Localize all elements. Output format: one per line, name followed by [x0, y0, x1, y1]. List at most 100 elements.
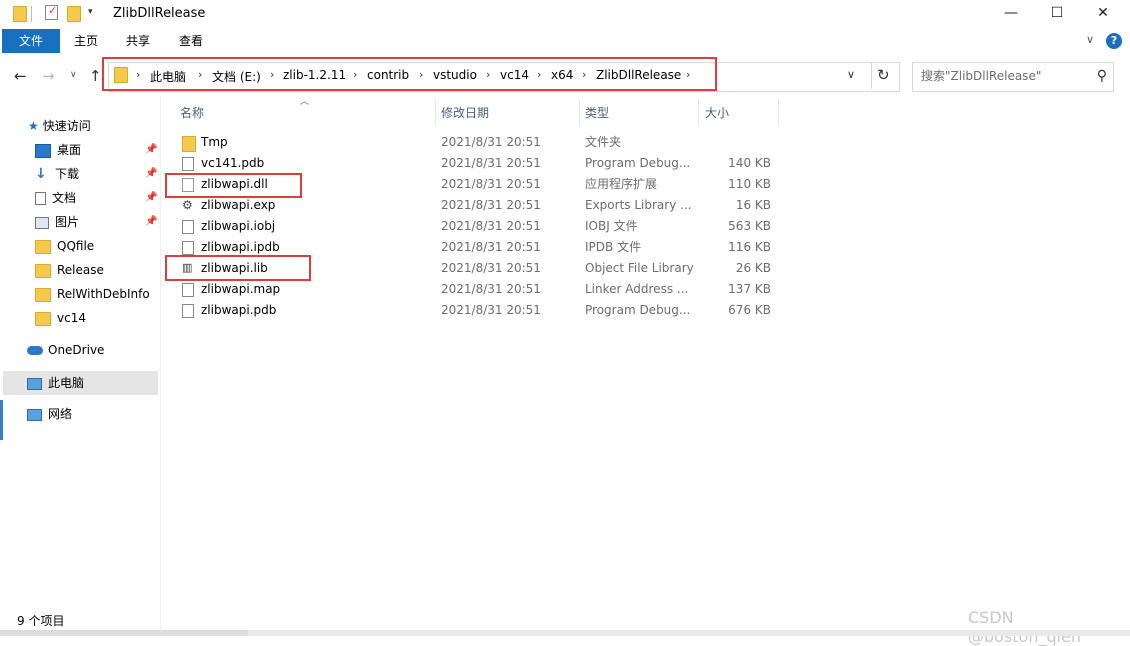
file-type: IOBJ 文件 — [585, 219, 638, 233]
column-header-date[interactable]: 修改日期 — [441, 104, 489, 121]
column-header-type[interactable]: 类型 — [585, 104, 609, 121]
file-size: 110 KB — [728, 177, 771, 191]
divider — [871, 63, 872, 89]
window-title: ZlibDllRelease — [113, 6, 206, 21]
search-icon[interactable]: ⚲ — [1097, 68, 1107, 84]
desktop-icon — [35, 143, 51, 158]
breadcrumb-separator[interactable]: › — [136, 68, 140, 81]
sidebar-item-relwithdebinfo[interactable]: RelWithDebInfo — [35, 282, 150, 306]
sidebar-item-release[interactable]: Release — [35, 258, 104, 282]
back-arrow-icon[interactable]: ← — [14, 67, 27, 85]
pictures-icon — [35, 216, 49, 229]
sidebar-item-vc14[interactable]: vc14 — [35, 306, 86, 330]
pdb-file-icon — [182, 304, 194, 318]
sidebar-item-quick-access[interactable]: ★ 快速访问 — [28, 114, 91, 138]
search-box[interactable]: ⚲ — [912, 62, 1114, 92]
file-name: zlibwapi.exp — [201, 198, 276, 212]
sidebar-item-onedrive[interactable]: OneDrive — [27, 338, 104, 362]
breadcrumb-vstudio[interactable]: vstudio — [433, 68, 477, 82]
file-date: 2021/8/31 20:51 — [441, 198, 541, 212]
file-type: Program Debug... — [585, 156, 691, 170]
pin-icon[interactable]: 📌 — [145, 168, 157, 179]
maximize-button[interactable]: ☐ — [1034, 0, 1080, 28]
column-divider[interactable] — [698, 100, 699, 126]
file-date: 2021/8/31 20:51 — [441, 261, 541, 275]
file-row[interactable]: zlibwapi.iobj 2021/8/31 20:51 IOBJ 文件 56… — [175, 216, 785, 237]
breadcrumb-x64[interactable]: x64 — [551, 68, 573, 82]
refresh-icon[interactable]: ↻ — [877, 66, 890, 84]
help-icon[interactable]: ? — [1106, 33, 1122, 49]
breadcrumb-separator[interactable]: › — [537, 68, 541, 81]
file-row[interactable]: vc141.pdb 2021/8/31 20:51 Program Debug.… — [175, 153, 785, 174]
properties-icon[interactable]: ✓ — [45, 4, 58, 20]
map-file-icon — [182, 283, 194, 297]
column-divider[interactable] — [778, 100, 779, 126]
file-row[interactable]: zlibwapi.pdb 2021/8/31 20:51 Program Deb… — [175, 300, 785, 321]
star-icon: ★ — [28, 119, 39, 133]
sidebar-item-downloads[interactable]: ↓ 下载 — [35, 162, 79, 186]
breadcrumb-zlibdllrelease[interactable]: ZlibDllRelease — [596, 68, 681, 82]
file-row[interactable]: zlibwapi.map 2021/8/31 20:51 Linker Addr… — [175, 279, 785, 300]
tab-view[interactable]: 查看 — [164, 29, 218, 53]
dll-highlight-box — [165, 173, 302, 198]
breadcrumb-separator[interactable]: › — [419, 68, 423, 81]
breadcrumb-separator[interactable]: › — [582, 68, 586, 81]
tab-file[interactable]: 文件 — [2, 29, 60, 53]
pin-icon[interactable]: 📌 — [145, 192, 157, 203]
sidebar-item-label: QQfile — [57, 239, 95, 253]
lib-highlight-box — [165, 255, 311, 281]
sidebar-item-desktop[interactable]: 桌面 — [35, 138, 81, 162]
sidebar-item-label: 下载 — [55, 167, 80, 181]
column-divider[interactable] — [435, 100, 436, 126]
breadcrumb-separator[interactable]: › — [686, 68, 690, 81]
file-name: zlibwapi.map — [201, 282, 281, 296]
sidebar-item-label: OneDrive — [48, 343, 105, 357]
minimize-button[interactable]: — — [988, 0, 1034, 28]
folder-icon — [13, 6, 27, 22]
breadcrumb-drive-e[interactable]: 文档 (E:) — [212, 68, 261, 85]
sidebar-item-label: 文档 — [52, 191, 77, 205]
breadcrumb-separator[interactable]: › — [198, 68, 202, 81]
file-type: 文件夹 — [585, 135, 622, 149]
breadcrumb-contrib[interactable]: contrib — [367, 68, 409, 82]
file-icon — [182, 220, 194, 234]
sidebar-item-documents[interactable]: 文档 — [35, 186, 76, 210]
quick-access-toolbar-dropdown-icon[interactable]: ▾ — [88, 7, 93, 17]
new-folder-icon[interactable] — [67, 6, 81, 22]
up-arrow-icon[interactable]: ↑ — [89, 67, 102, 85]
column-divider[interactable] — [579, 100, 580, 126]
sidebar-item-label: RelWithDebInfo — [57, 287, 150, 301]
tab-share[interactable]: 共享 — [112, 29, 164, 53]
breadcrumb-separator[interactable]: › — [486, 68, 490, 81]
address-dropdown-icon[interactable]: ∨ — [847, 68, 855, 81]
forward-arrow-icon[interactable]: → — [42, 67, 55, 85]
pin-icon[interactable]: 📌 — [145, 144, 157, 155]
file-type: Linker Address ... — [585, 282, 689, 296]
expand-ribbon-icon[interactable]: ∨ — [1086, 33, 1094, 46]
column-header-name[interactable]: 名称 — [180, 104, 204, 121]
network-icon — [27, 408, 42, 421]
recent-locations-icon[interactable]: ∨ — [70, 70, 77, 80]
file-row[interactable]: Tmp 2021/8/31 20:51 文件夹 — [175, 132, 785, 153]
breadcrumb-separator[interactable]: › — [353, 68, 357, 81]
breadcrumb-this-pc[interactable]: 此电脑 — [150, 68, 186, 85]
file-row[interactable]: ⚙ zlibwapi.exp 2021/8/31 20:51 Exports L… — [175, 195, 785, 216]
column-header-size[interactable]: 大小 — [705, 104, 729, 121]
file-size: 137 KB — [728, 282, 771, 296]
sidebar-item-pictures[interactable]: 图片 — [35, 210, 79, 234]
breadcrumb-vc14[interactable]: vc14 — [500, 68, 529, 82]
sidebar-item-this-pc[interactable]: 此电脑 — [27, 371, 84, 395]
sidebar-item-network[interactable]: 网络 — [27, 402, 72, 426]
breadcrumb-zlib[interactable]: zlib-1.2.11 — [283, 68, 346, 82]
file-date: 2021/8/31 20:51 — [441, 219, 541, 233]
sidebar-item-qqfile[interactable]: QQfile — [35, 234, 94, 258]
folder-icon — [182, 136, 196, 152]
close-button[interactable]: ✕ — [1080, 0, 1126, 28]
file-date: 2021/8/31 20:51 — [441, 282, 541, 296]
search-input[interactable] — [913, 63, 1091, 89]
pin-icon[interactable]: 📌 — [145, 216, 157, 227]
tab-home[interactable]: 主页 — [60, 29, 112, 53]
file-size: 116 KB — [728, 240, 771, 254]
breadcrumb-separator[interactable]: › — [270, 68, 274, 81]
taskbar-edge — [0, 630, 248, 636]
